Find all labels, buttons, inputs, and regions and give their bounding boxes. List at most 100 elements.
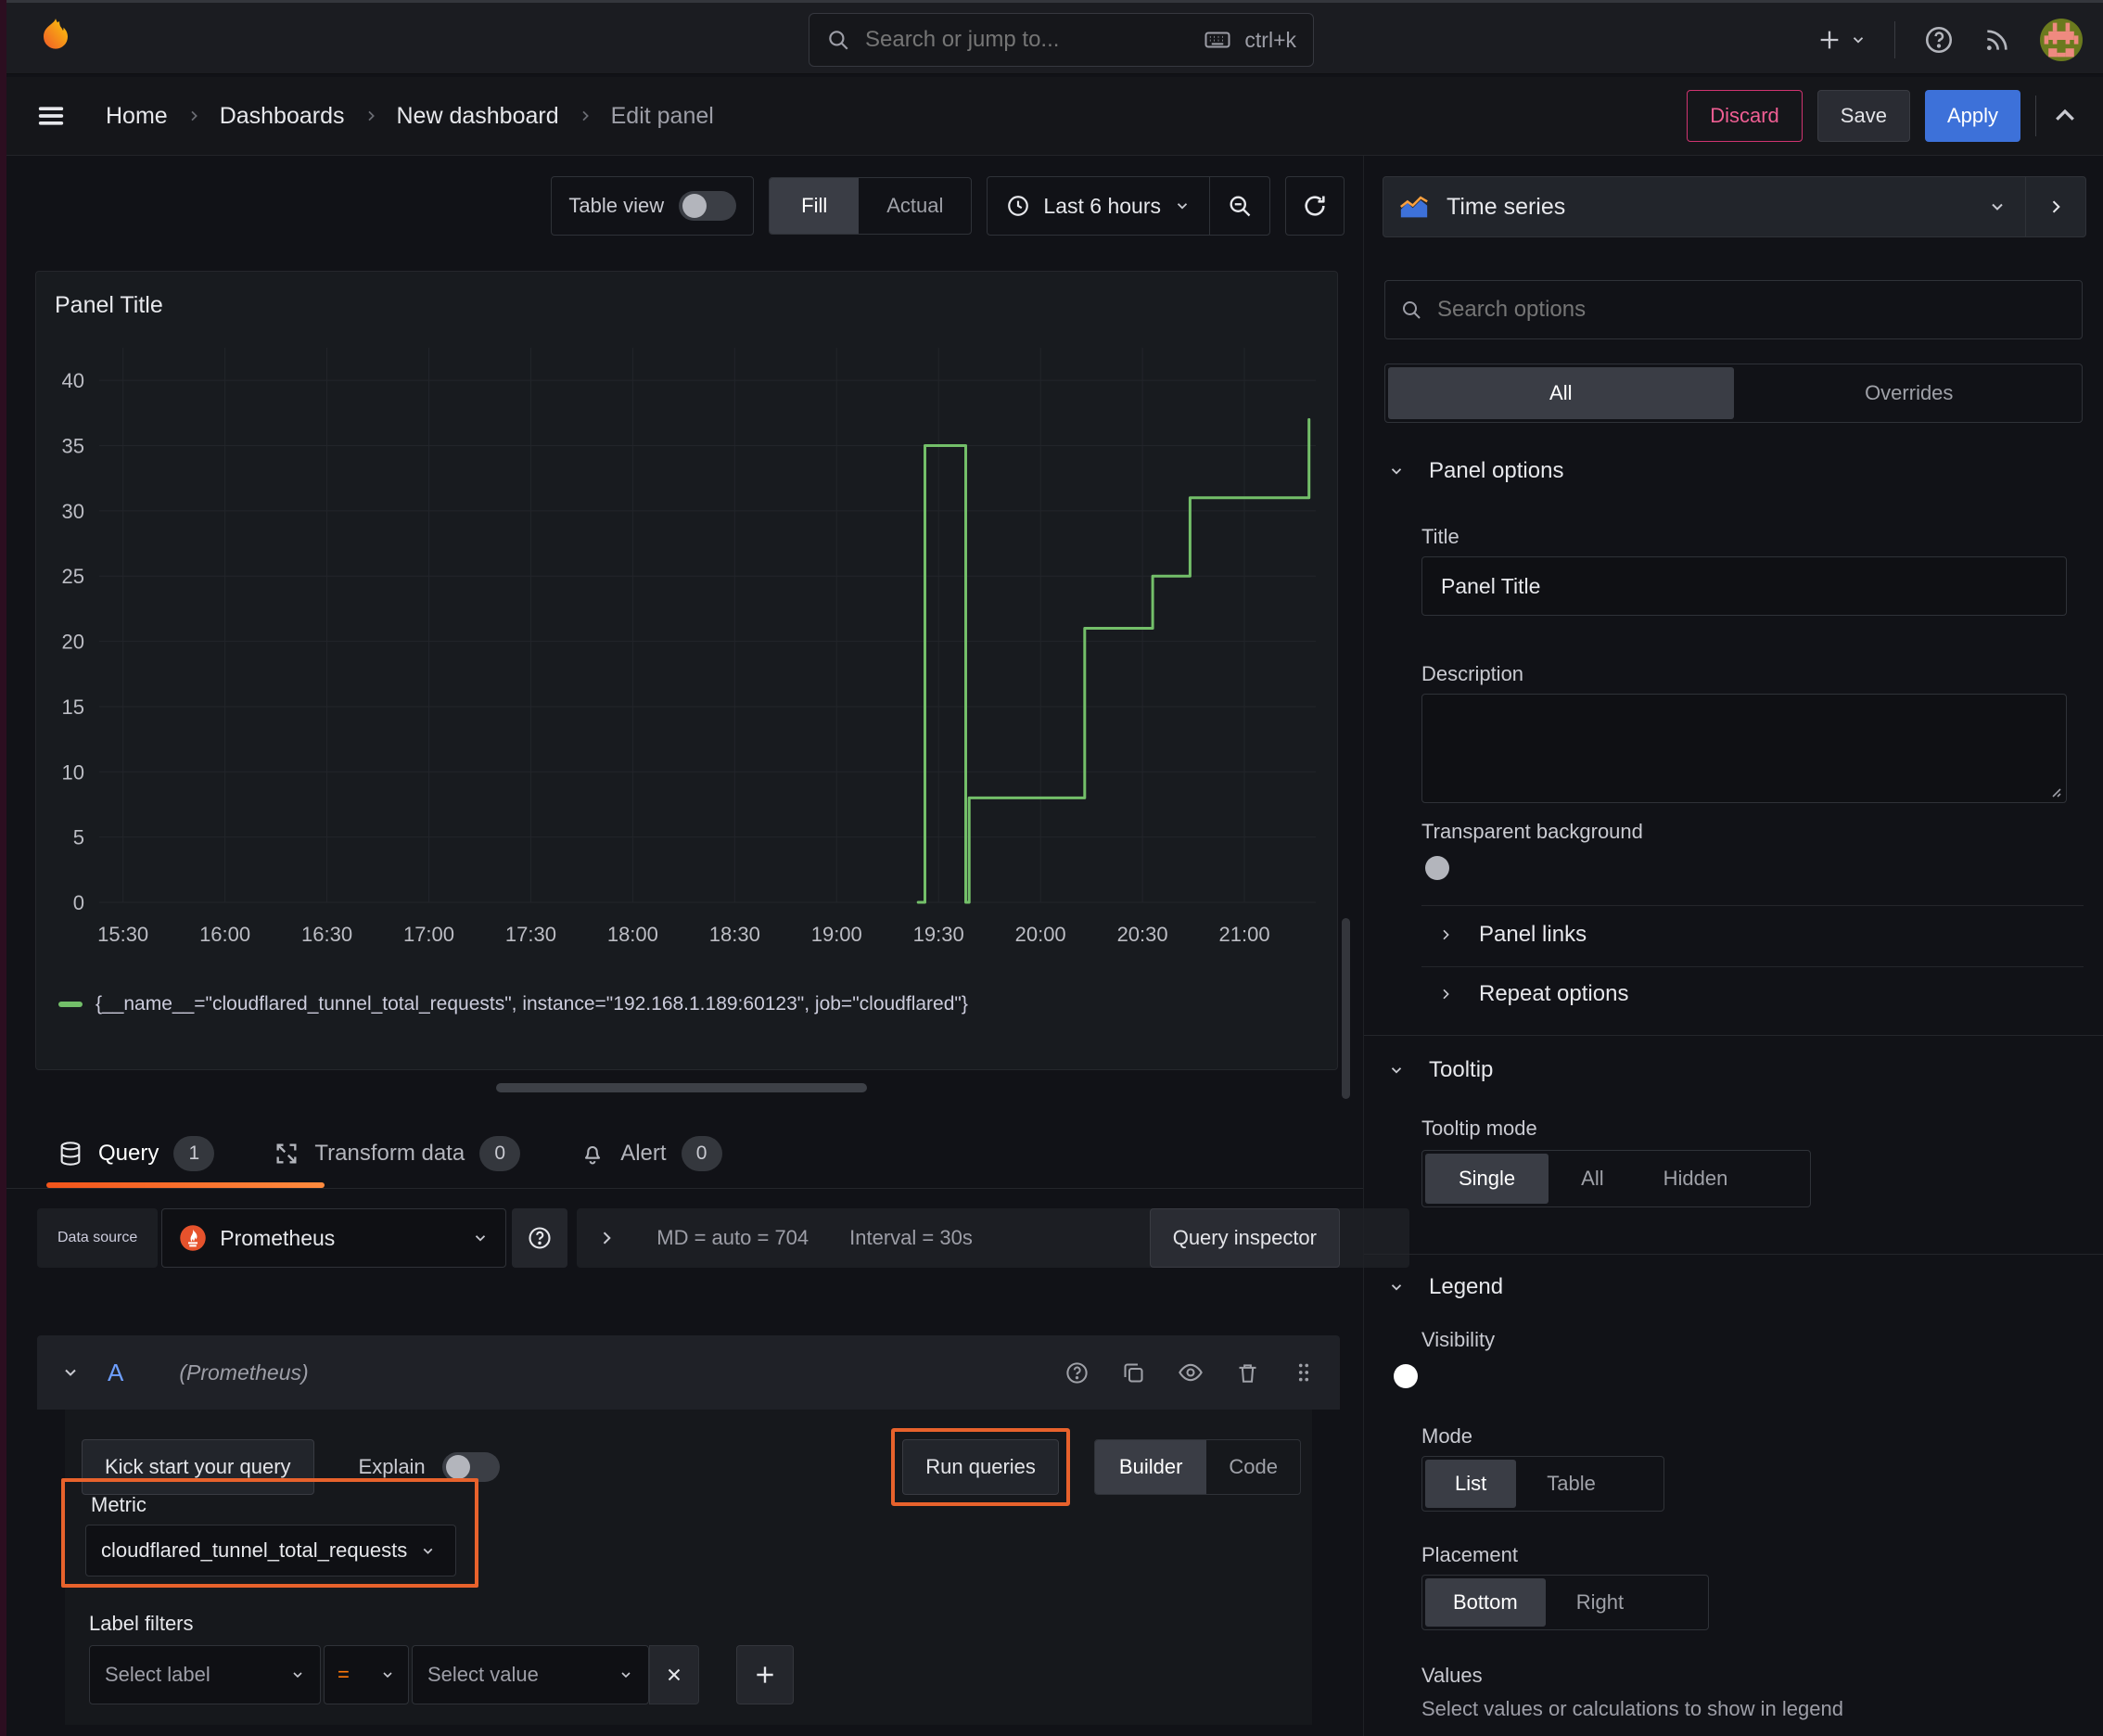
panel-links-section[interactable]: Panel links [1438, 922, 1587, 948]
tooltip-header[interactable]: Tooltip [1388, 1057, 1493, 1083]
tab-overrides[interactable]: Overrides [1737, 364, 2083, 422]
chevron-down-icon [618, 1667, 633, 1682]
duplicate-icon[interactable] [1121, 1360, 1146, 1385]
trash-icon[interactable] [1235, 1360, 1260, 1385]
actual-option[interactable]: Actual [859, 178, 971, 234]
legend-placement-bottom[interactable]: Bottom [1425, 1578, 1546, 1627]
search-icon [826, 28, 850, 52]
drag-handle-icon[interactable] [1292, 1360, 1316, 1385]
tooltip-mode-single[interactable]: Single [1425, 1154, 1549, 1204]
time-range-label: Last 6 hours [1043, 193, 1161, 218]
section-divider [1364, 1254, 2103, 1255]
select-value-dropdown[interactable]: Select value [412, 1645, 649, 1704]
refresh-button[interactable] [1285, 176, 1345, 236]
datasource-picker[interactable]: Prometheus [161, 1208, 507, 1268]
legend-series-label[interactable]: {__name__="cloudflared_tunnel_total_requ… [96, 993, 968, 1015]
help-circle-icon[interactable] [1064, 1360, 1090, 1385]
query-row-header[interactable]: A (Prometheus) [37, 1335, 1340, 1410]
chevron-down-icon [1388, 1279, 1405, 1296]
chevron-right-icon [1438, 927, 1453, 942]
metric-value: cloudflared_tunnel_total_requests [101, 1538, 408, 1562]
chevron-up-icon[interactable] [2051, 102, 2079, 130]
collapse-options-button[interactable] [2026, 177, 2085, 236]
edit-actions: Discard Save Apply [1687, 90, 2079, 142]
select-value-placeholder: Select value [427, 1663, 539, 1686]
code-option[interactable]: Code [1206, 1440, 1300, 1494]
menu-icon[interactable] [35, 100, 67, 132]
explain-label: Explain [358, 1455, 426, 1478]
chart-panel[interactable]: Panel Title 0 5 10 15 20 25 30 35 40 15:30 16:00 16… [35, 271, 1338, 1070]
eye-icon[interactable] [1178, 1359, 1204, 1385]
metric-select[interactable]: cloudflared_tunnel_total_requests [85, 1525, 456, 1576]
operator-value: = [338, 1663, 350, 1686]
legend-mode-list[interactable]: List [1425, 1460, 1517, 1508]
panel-title: Panel Title [55, 292, 163, 318]
breadcrumb-dashboards[interactable]: Dashboards [220, 103, 345, 130]
search-shortcut: ctrl+k [1244, 27, 1296, 52]
search-options-box[interactable] [1384, 280, 2083, 339]
breadcrumb-new-dashboard[interactable]: New dashboard [397, 103, 559, 130]
tooltip-mode-hidden[interactable]: Hidden [1634, 1151, 1758, 1206]
resize-handle-icon[interactable] [2047, 784, 2062, 798]
chevron-down-icon [1388, 1062, 1405, 1079]
tab-all[interactable]: All [1388, 367, 1734, 419]
datasource-help-button[interactable] [512, 1208, 568, 1268]
apply-button[interactable]: Apply [1924, 90, 2020, 142]
tab-alert[interactable]: Alert 0 [580, 1135, 722, 1171]
timeseries-icon [1398, 193, 1430, 221]
add-filter-button[interactable] [736, 1645, 794, 1704]
clock-icon [1006, 194, 1030, 218]
description-textarea[interactable] [1421, 694, 2067, 803]
description-label: Description [1421, 662, 1524, 685]
run-queries-highlight: Run queries [891, 1428, 1070, 1506]
breadcrumb-home[interactable]: Home [106, 103, 168, 130]
panel-title-input[interactable] [1421, 556, 2067, 616]
chart-svg[interactable]: 0 5 10 15 20 25 30 35 40 15:30 16:00 16:30 17:00 17:3… [44, 331, 1328, 980]
builder-option[interactable]: Builder [1094, 1440, 1207, 1494]
legend-mode-table[interactable]: Table [1519, 1457, 1624, 1511]
new-button[interactable] [1816, 27, 1867, 53]
chevron-down-icon [1988, 198, 2007, 216]
tooltip-mode-label: Tooltip mode [1421, 1117, 1537, 1140]
grafana-logo[interactable] [33, 16, 78, 60]
help-icon[interactable] [1923, 24, 1955, 56]
legend-values-label: Values [1421, 1664, 1483, 1687]
global-search-box[interactable]: ctrl+k [809, 13, 1314, 67]
legend-header[interactable]: Legend [1388, 1274, 1503, 1300]
chevron-right-icon[interactable] [597, 1229, 616, 1247]
tab-transform-data[interactable]: Transform data 0 [274, 1135, 521, 1171]
breadcrumb-bar: Home Dashboards New dashboard Edit panel… [0, 77, 2103, 156]
query-inspector-button[interactable]: Query inspector [1149, 1208, 1340, 1268]
options-tabs: All Overrides [1384, 364, 2083, 423]
time-range-picker[interactable]: Last 6 hours [988, 194, 1209, 219]
select-label-dropdown[interactable]: Select label [89, 1645, 321, 1704]
news-rss-icon[interactable] [1982, 25, 2012, 55]
global-search-input[interactable] [863, 26, 1192, 54]
chevron-down-icon [1850, 32, 1867, 48]
chevron-down-icon [420, 1543, 436, 1559]
zoom-out-button[interactable] [1210, 193, 1269, 219]
operator-dropdown[interactable]: = [324, 1645, 409, 1704]
visualization-name: Time series [1447, 193, 1566, 220]
tab-query[interactable]: Query 1 [46, 1118, 325, 1188]
fill-option[interactable]: Fill [770, 178, 860, 234]
vertical-scrollbar[interactable] [1342, 918, 1350, 1099]
query-ref-id[interactable]: A [108, 1359, 123, 1387]
legend-placement-right[interactable]: Right [1549, 1576, 1651, 1629]
repeat-options-section[interactable]: Repeat options [1438, 981, 1628, 1007]
chevron-right-icon [578, 108, 593, 123]
visualization-picker[interactable]: Time series [1383, 176, 2086, 237]
search-icon [1400, 299, 1422, 321]
panel-resize-handle[interactable] [496, 1083, 867, 1092]
user-avatar[interactable] [2040, 19, 2083, 61]
discard-button[interactable]: Discard [1687, 90, 1803, 142]
search-options-input[interactable] [1435, 296, 2067, 324]
tooltip-mode-all[interactable]: All [1551, 1151, 1633, 1206]
remove-filter-button[interactable] [649, 1645, 699, 1704]
query-row-actions [1064, 1359, 1316, 1385]
panel-options-header[interactable]: Panel options [1388, 458, 1563, 484]
run-queries-button[interactable]: Run queries [902, 1439, 1059, 1495]
save-button[interactable]: Save [1816, 90, 1910, 142]
table-view-toggle[interactable] [679, 191, 737, 221]
chevron-down-icon[interactable] [61, 1363, 80, 1382]
